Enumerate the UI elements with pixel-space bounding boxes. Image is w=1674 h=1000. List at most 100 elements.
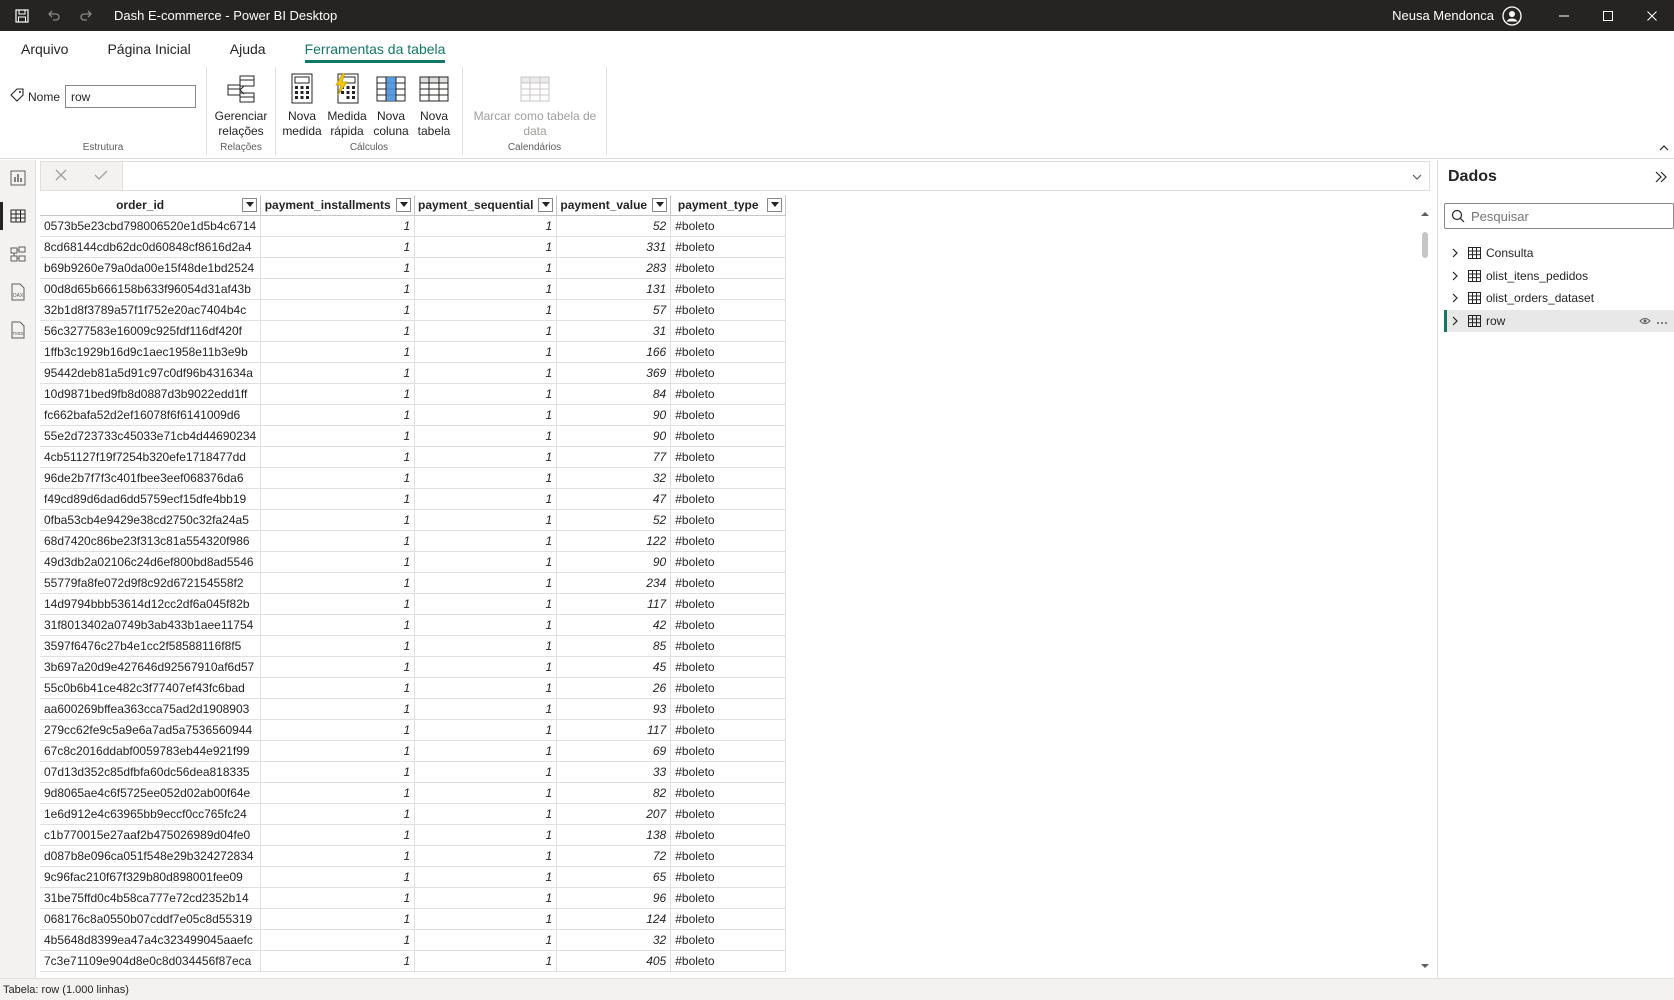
more-options-icon[interactable] [1656,314,1668,328]
col-payment-sequential-cell[interactable]: 1 [414,341,558,363]
col-payment-type-cell[interactable]: #boleto [670,257,787,279]
quick-measure-button[interactable]: Medida rápida [326,71,368,139]
col-payment-installments-cell[interactable]: 1 [260,509,416,531]
col-order-id-cell[interactable]: 279cc62fe9c5a9e6a7ad5a7536560944 [40,719,262,741]
col-payment-value-cell[interactable]: 77 [556,446,672,468]
col-order-id-cell[interactable]: 7c3e71109e904d8e0c8d034456f87eca [40,950,262,972]
col-order-id-cell[interactable]: 3597f6476c27b4e1cc2f58588116f8f5 [40,635,262,657]
collapse-ribbon-icon[interactable] [1658,142,1670,154]
col-payment-type-cell[interactable]: #boleto [670,404,787,426]
col-payment-installments-cell[interactable]: 1 [260,425,416,447]
col-payment-installments-cell[interactable]: 1 [260,887,416,909]
col-order-id-cell[interactable]: 4b5648d8399ea47a4c323499045aaefc [40,929,262,951]
col-payment-sequential-cell[interactable]: 1 [414,950,558,972]
table-list-item[interactable]: olist_itens_pedidos [1444,265,1674,287]
table-list-item[interactable]: Consulta [1444,242,1674,264]
col-payment-type-cell[interactable]: #boleto [670,383,787,405]
col-payment-value-cell[interactable]: 166 [556,341,672,363]
col-payment-sequential-cell[interactable]: 1 [414,278,558,300]
col-payment-sequential-cell[interactable]: 1 [414,530,558,552]
col-payment-installments-cell[interactable]: 1 [260,845,416,867]
col-payment-type-cell[interactable]: #boleto [670,824,787,846]
col-payment-installments-cell[interactable]: 1 [260,635,416,657]
col-payment-value-cell[interactable]: 42 [556,614,672,636]
col-payment-sequential-cell[interactable]: 1 [414,572,558,594]
minimize-icon[interactable] [1542,0,1586,31]
col-order-id-cell[interactable]: 0fba53cb4e9429e38cd2750c32fa24a5 [40,509,262,531]
col-payment-value-cell[interactable]: 52 [556,215,672,237]
col-payment-value-cell[interactable]: 124 [556,908,672,930]
col-payment-type-cell[interactable]: #boleto [670,530,787,552]
col-payment-sequential-cell[interactable]: 1 [414,467,558,489]
col-payment-type-header[interactable]: payment_type [670,195,787,216]
col-payment-installments-cell[interactable]: 1 [260,299,416,321]
col-payment-installments-cell[interactable]: 1 [260,950,416,972]
col-order-id-header[interactable]: order_id [40,195,262,216]
col-order-id-cell[interactable]: 8cd68144cdb62dc0d60848cf8616d2a4 [40,236,262,258]
col-order-id-cell[interactable]: 14d9794bbb53614d12cc2df6a045f82b [40,593,262,615]
col-payment-installments-cell[interactable]: 1 [260,677,416,699]
col-payment-installments-cell[interactable]: 1 [260,593,416,615]
col-payment-installments-cell[interactable]: 1 [260,740,416,762]
data-search-box[interactable] [1444,203,1674,229]
save-icon[interactable] [12,6,32,26]
col-payment-type-cell[interactable]: #boleto [670,635,787,657]
col-payment-type-cell[interactable]: #boleto [670,425,787,447]
col-payment-value-cell[interactable]: 90 [556,404,672,426]
col-order-id-cell[interactable]: 1e6d912e4c63965bb9eccf0cc765fc24 [40,803,262,825]
col-payment-sequential-cell[interactable]: 1 [414,299,558,321]
mark-as-date-table-button[interactable]: Marcar como tabela de data [471,71,599,139]
col-payment-sequential-cell[interactable]: 1 [414,677,558,699]
col-payment-sequential-cell[interactable]: 1 [414,887,558,909]
col-payment-sequential-cell[interactable]: 1 [414,215,558,237]
col-payment-value-cell[interactable]: 90 [556,551,672,573]
search-input[interactable] [1471,208,1661,224]
col-payment-value-cell[interactable]: 32 [556,929,672,951]
col-payment-type-cell[interactable]: #boleto [670,719,787,741]
col-payment-sequential-cell[interactable]: 1 [414,908,558,930]
col-payment-value-cell[interactable]: 57 [556,299,672,321]
col-payment-installments-cell[interactable]: 1 [260,362,416,384]
manage-relationships-button[interactable]: Gerenciar relações [211,71,271,139]
col-payment-sequential-cell[interactable]: 1 [414,635,558,657]
col-payment-type-cell[interactable]: #boleto [670,446,787,468]
chevron-right-icon[interactable] [1451,248,1465,258]
col-payment-value-cell[interactable]: 369 [556,362,672,384]
col-payment-sequential-cell[interactable]: 1 [414,761,558,783]
col-payment-value-cell[interactable]: 69 [556,740,672,762]
col-payment-type-cell[interactable]: #boleto [670,215,787,237]
col-payment-type-cell[interactable]: #boleto [670,950,787,972]
col-payment-type-cell[interactable]: #boleto [670,236,787,258]
col-payment-sequential-cell[interactable]: 1 [414,845,558,867]
col-payment-value-cell[interactable]: 331 [556,236,672,258]
col-payment-type-cell[interactable]: #boleto [670,698,787,720]
col-payment-value-header[interactable]: payment_value [556,195,672,216]
col-payment-value-cell[interactable]: 85 [556,635,672,657]
filter-dropdown-icon[interactable] [652,198,668,212]
col-payment-type-cell[interactable]: #boleto [670,509,787,531]
col-payment-sequential-cell[interactable]: 1 [414,593,558,615]
col-payment-installments-cell[interactable]: 1 [260,215,416,237]
chevron-right-icon[interactable] [1451,293,1465,303]
col-payment-value-cell[interactable]: 405 [556,950,672,972]
col-payment-value-cell[interactable]: 52 [556,509,672,531]
col-payment-value-cell[interactable]: 93 [556,698,672,720]
col-payment-sequential-cell[interactable]: 1 [414,824,558,846]
grid-vertical-scrollbar[interactable] [1420,210,1430,980]
col-order-id-cell[interactable]: 9c96fac210f67f329b80d898001fee09 [40,866,262,888]
col-payment-value-cell[interactable]: 283 [556,257,672,279]
col-payment-value-cell[interactable]: 65 [556,866,672,888]
col-payment-sequential-cell[interactable]: 1 [414,698,558,720]
col-payment-installments-cell[interactable]: 1 [260,278,416,300]
col-payment-sequential-cell[interactable]: 1 [414,782,558,804]
col-order-id-cell[interactable]: 55e2d723733c45033e71cb4d44690234 [40,425,262,447]
col-payment-value-cell[interactable]: 138 [556,824,672,846]
col-payment-type-cell[interactable]: #boleto [670,614,787,636]
col-payment-value-cell[interactable]: 33 [556,761,672,783]
col-payment-installments-cell[interactable]: 1 [260,929,416,951]
new-table-button[interactable]: Nova tabela [414,71,454,139]
col-payment-type-cell[interactable]: #boleto [670,782,787,804]
avatar-icon[interactable] [1502,5,1522,26]
filter-dropdown-icon[interactable] [396,198,412,212]
new-column-button[interactable]: Nova coluna [371,71,411,139]
